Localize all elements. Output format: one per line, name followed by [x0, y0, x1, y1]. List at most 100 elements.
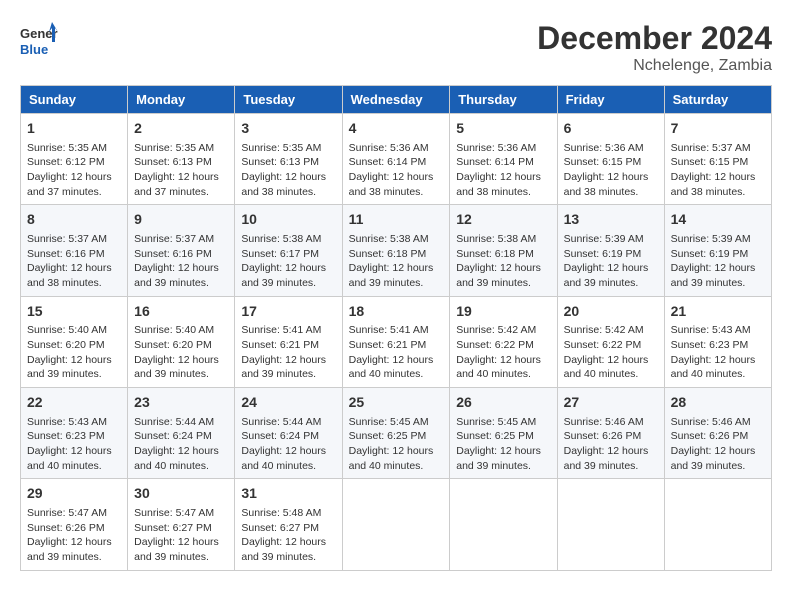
calendar-cell: 27Sunrise: 5:46 AMSunset: 6:26 PMDayligh… [557, 388, 664, 479]
daylight-text: Daylight: 12 hours and 38 minutes. [456, 171, 541, 198]
calendar-cell: 4Sunrise: 5:36 AMSunset: 6:14 PMDaylight… [342, 114, 450, 205]
calendar-cell: 26Sunrise: 5:45 AMSunset: 6:25 PMDayligh… [450, 388, 557, 479]
sunset-text: Sunset: 6:13 PM [241, 156, 319, 168]
daylight-text: Daylight: 12 hours and 37 minutes. [134, 171, 219, 198]
daylight-text: Daylight: 12 hours and 39 minutes. [27, 354, 112, 381]
day-number: 27 [564, 393, 658, 413]
calendar-table: SundayMondayTuesdayWednesdayThursdayFrid… [20, 85, 772, 571]
sunset-text: Sunset: 6:19 PM [671, 248, 749, 260]
sunrise-text: Sunrise: 5:38 AM [241, 233, 321, 245]
sunset-text: Sunset: 6:26 PM [671, 430, 749, 442]
sunrise-text: Sunrise: 5:39 AM [671, 233, 751, 245]
day-number: 31 [241, 484, 335, 504]
sunset-text: Sunset: 6:16 PM [27, 248, 105, 260]
day-number: 28 [671, 393, 765, 413]
day-number: 18 [349, 302, 444, 322]
sunrise-text: Sunrise: 5:38 AM [456, 233, 536, 245]
calendar-week-row: 1 Sunrise: 5:35 AM Sunset: 6:12 PM Daylight… [21, 114, 772, 205]
sunset-text: Sunset: 6:24 PM [241, 430, 319, 442]
sunset-text: Sunset: 6:19 PM [564, 248, 642, 260]
svg-text:Blue: Blue [20, 42, 48, 57]
calendar-cell [664, 479, 771, 570]
sunset-text: Sunset: 6:26 PM [27, 522, 105, 534]
daylight-text: Daylight: 12 hours and 39 minutes. [241, 354, 326, 381]
sunrise-text: Sunrise: 5:47 AM [134, 507, 214, 519]
calendar-cell: 1 Sunrise: 5:35 AM Sunset: 6:12 PM Daylight… [21, 114, 128, 205]
calendar-cell: 20Sunrise: 5:42 AMSunset: 6:22 PMDayligh… [557, 296, 664, 387]
calendar-cell: 5Sunrise: 5:36 AMSunset: 6:14 PMDaylight… [450, 114, 557, 205]
calendar-day-header: Sunday [21, 86, 128, 114]
daylight-text: Daylight: 12 hours and 39 minutes. [134, 354, 219, 381]
daylight-text: Daylight: 12 hours and 39 minutes. [349, 262, 434, 289]
calendar-cell: 7Sunrise: 5:37 AMSunset: 6:15 PMDaylight… [664, 114, 771, 205]
sunrise-text: Sunrise: 5:43 AM [27, 416, 107, 428]
sunrise-text: Sunrise: 5:37 AM [134, 233, 214, 245]
sunset-text: Sunset: 6:23 PM [27, 430, 105, 442]
daylight-text: Daylight: 12 hours and 39 minutes. [241, 262, 326, 289]
sunrise-text: Sunrise: 5:45 AM [349, 416, 429, 428]
daylight-text: Daylight: 12 hours and 40 minutes. [241, 445, 326, 472]
calendar-day-header: Tuesday [235, 86, 342, 114]
calendar-week-row: 22Sunrise: 5:43 AMSunset: 6:23 PMDayligh… [21, 388, 772, 479]
sunset-text: Sunset: 6:26 PM [564, 430, 642, 442]
sunrise-text: Sunrise: 5:41 AM [241, 324, 321, 336]
daylight-text: Daylight: 12 hours and 39 minutes. [671, 445, 756, 472]
day-number: 8 [27, 210, 121, 230]
calendar-cell [557, 479, 664, 570]
calendar-cell: 28Sunrise: 5:46 AMSunset: 6:26 PMDayligh… [664, 388, 771, 479]
day-number: 10 [241, 210, 335, 230]
calendar-cell: 29Sunrise: 5:47 AMSunset: 6:26 PMDayligh… [21, 479, 128, 570]
daylight-text: Daylight: 12 hours and 40 minutes. [456, 354, 541, 381]
calendar-cell: 21Sunrise: 5:43 AMSunset: 6:23 PMDayligh… [664, 296, 771, 387]
calendar-cell: 15Sunrise: 5:40 AMSunset: 6:20 PMDayligh… [21, 296, 128, 387]
sunrise-text: Sunrise: 5:35 AM [134, 142, 214, 154]
sunset-text: Sunset: 6:18 PM [456, 248, 534, 260]
daylight-text: Daylight: 12 hours and 40 minutes. [27, 445, 112, 472]
day-number: 6 [564, 119, 658, 139]
sunrise-text: Sunrise: 5:44 AM [134, 416, 214, 428]
sunrise-text: Sunrise: 5:43 AM [671, 324, 751, 336]
sunset-text: Sunset: 6:25 PM [456, 430, 534, 442]
daylight-text: Daylight: 12 hours and 39 minutes. [564, 262, 649, 289]
sunrise-text: Sunrise: 5:47 AM [27, 507, 107, 519]
sunrise-text: Sunrise: 5:35 AM [241, 142, 321, 154]
sunset-text: Sunset: 6:18 PM [349, 248, 427, 260]
calendar-cell [450, 479, 557, 570]
calendar-cell: 25Sunrise: 5:45 AMSunset: 6:25 PMDayligh… [342, 388, 450, 479]
daylight-text: Daylight: 12 hours and 38 minutes. [241, 171, 326, 198]
sunset-text: Sunset: 6:22 PM [456, 339, 534, 351]
calendar-day-header: Thursday [450, 86, 557, 114]
calendar-cell: 18Sunrise: 5:41 AMSunset: 6:21 PMDayligh… [342, 296, 450, 387]
day-number: 2 [134, 119, 228, 139]
calendar-cell: 16Sunrise: 5:40 AMSunset: 6:20 PMDayligh… [128, 296, 235, 387]
sunrise-text: Sunrise: 5:39 AM [564, 233, 644, 245]
sunset-text: Sunset: 6:14 PM [349, 156, 427, 168]
day-number: 1 [27, 119, 121, 139]
day-number: 26 [456, 393, 550, 413]
daylight-text: Daylight: 12 hours and 38 minutes. [564, 171, 649, 198]
daylight-text: Daylight: 12 hours and 40 minutes. [671, 354, 756, 381]
daylight-text: Daylight: 12 hours and 40 minutes. [349, 445, 434, 472]
day-number: 16 [134, 302, 228, 322]
daylight-text: Daylight: 12 hours and 40 minutes. [564, 354, 649, 381]
calendar-day-header: Friday [557, 86, 664, 114]
day-number: 15 [27, 302, 121, 322]
sunrise-text: Sunrise: 5:41 AM [349, 324, 429, 336]
sunrise-text: Sunrise: 5:40 AM [134, 324, 214, 336]
calendar-day-header: Saturday [664, 86, 771, 114]
sunset-text: Sunset: 6:14 PM [456, 156, 534, 168]
calendar-cell: 11Sunrise: 5:38 AMSunset: 6:18 PMDayligh… [342, 205, 450, 296]
daylight-text: Daylight: 12 hours and 39 minutes. [456, 262, 541, 289]
sunset-text: Sunset: 6:12 PM [27, 156, 105, 168]
sunrise-text: Sunrise: 5:37 AM [27, 233, 107, 245]
daylight-text: Daylight: 12 hours and 37 minutes. [27, 171, 112, 198]
sunrise-text: Sunrise: 5:35 AM [27, 142, 107, 154]
sunset-text: Sunset: 6:15 PM [564, 156, 642, 168]
location-title: Nchelenge, Zambia [537, 57, 772, 75]
day-number: 25 [349, 393, 444, 413]
calendar-cell: 24Sunrise: 5:44 AMSunset: 6:24 PMDayligh… [235, 388, 342, 479]
calendar-cell: 23Sunrise: 5:44 AMSunset: 6:24 PMDayligh… [128, 388, 235, 479]
sunset-text: Sunset: 6:21 PM [241, 339, 319, 351]
sunset-text: Sunset: 6:27 PM [134, 522, 212, 534]
day-number: 13 [564, 210, 658, 230]
